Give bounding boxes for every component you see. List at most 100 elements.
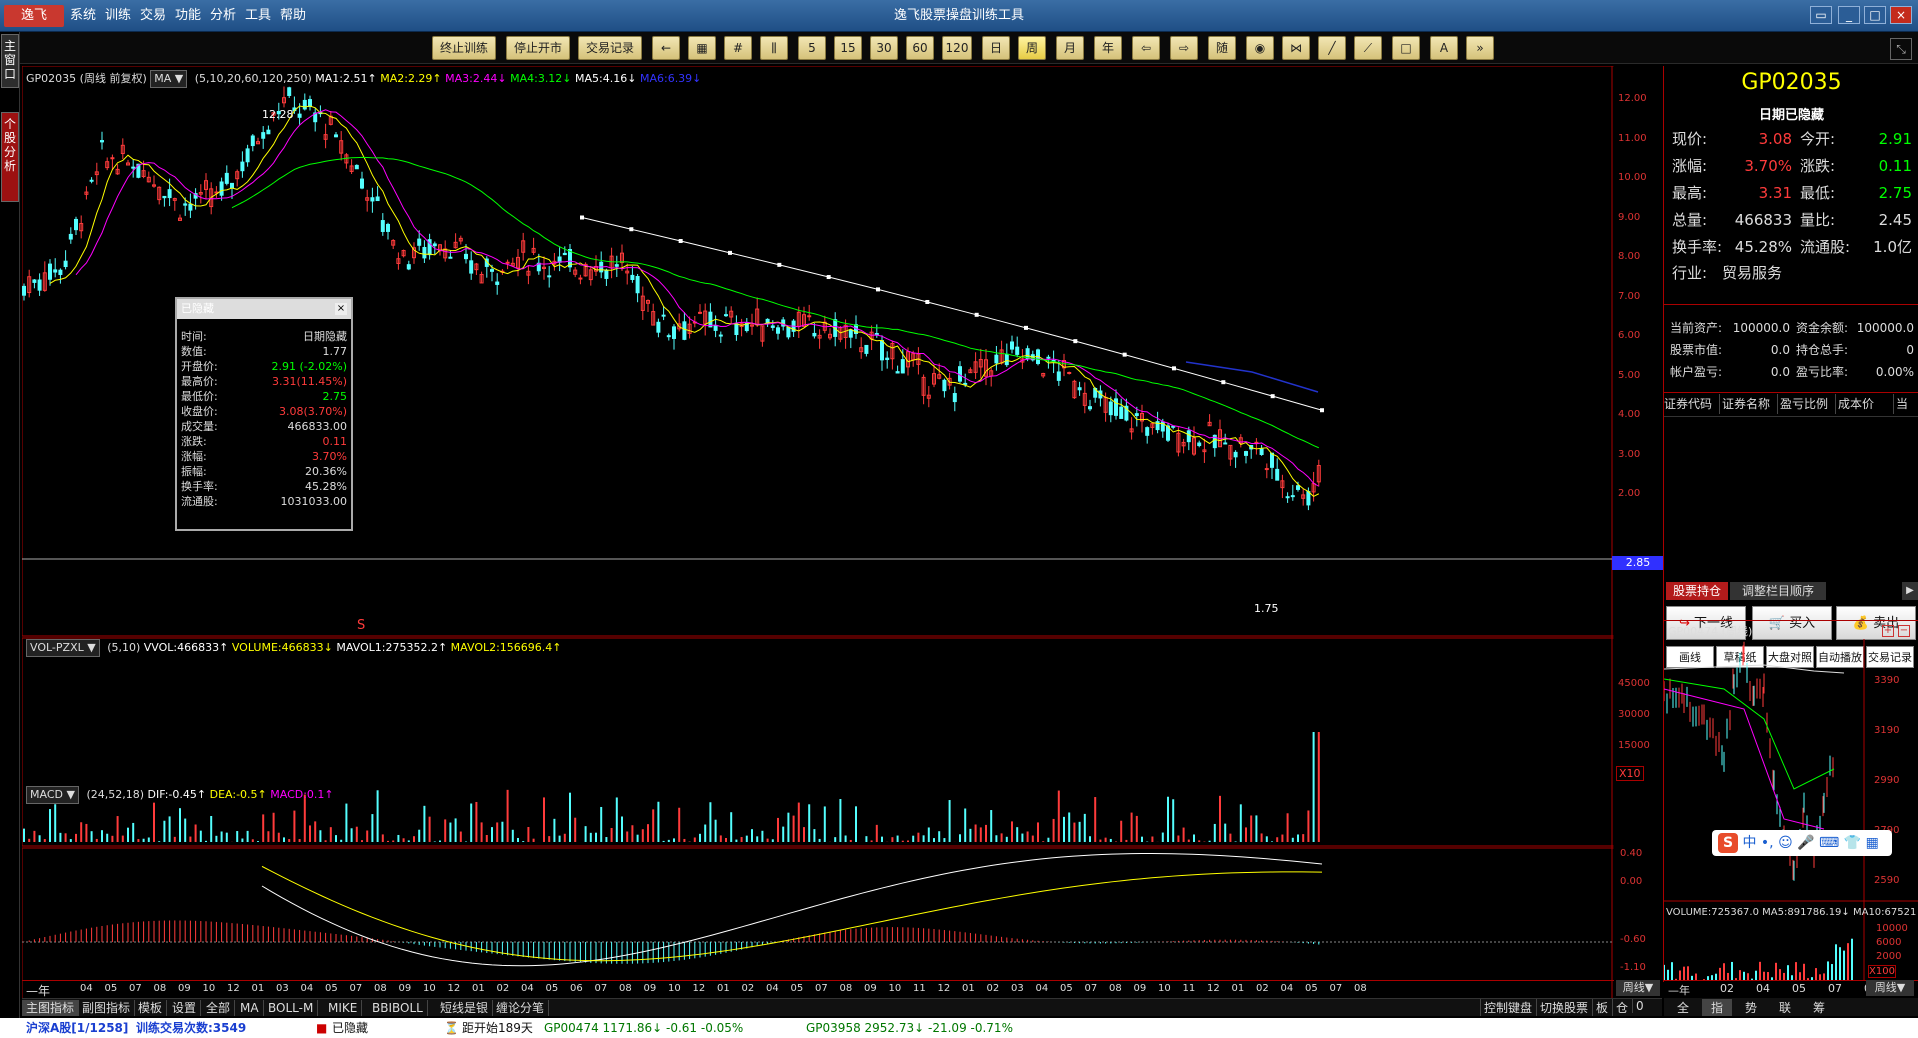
period-60-button[interactable]: 60 (906, 36, 934, 60)
tab-main-window[interactable]: 主窗口 (1, 34, 19, 88)
menu-analysis[interactable]: 分析 (210, 0, 236, 32)
x-tick: 12 (1207, 983, 1220, 994)
indicator-tab[interactable]: BOLL-M (264, 1000, 319, 1016)
vol-indicator-select[interactable]: VOL-PZXL ▼ (26, 639, 100, 657)
info-close-icon[interactable]: × (335, 303, 347, 315)
indicator-tab[interactable]: 主图指标 (22, 1000, 80, 1016)
quote-value: 2.91 (1878, 130, 1912, 148)
candle-body (183, 203, 188, 206)
mini-tab[interactable]: 筹 (1804, 999, 1834, 1016)
stop-training-button[interactable]: 终止训练 (432, 36, 496, 60)
period-30-button[interactable]: 30 (870, 36, 898, 60)
title-bar: 逸飞股票操盘训练工具 逸飞 系统 训练 交易 功能 分析 工具 帮助 ▭ _ □… (0, 0, 1918, 32)
mini-tab[interactable]: 指 (1702, 999, 1732, 1016)
period-day-button[interactable]: 日 (982, 36, 1010, 60)
menu-training[interactable]: 训练 (105, 0, 131, 32)
mini-tab[interactable]: 全 (1668, 999, 1698, 1016)
mini-period-select[interactable]: 周线▼ (1866, 980, 1914, 996)
indicator-tab[interactable]: BBIBOLL (368, 1000, 428, 1016)
ime-emoji-icon[interactable]: ☺ (1778, 835, 1793, 851)
candle-body (1114, 398, 1118, 416)
ray-tool-icon[interactable]: ⟋ (1354, 36, 1382, 60)
menu-tools[interactable]: 工具 (245, 0, 271, 32)
menu-help[interactable]: 帮助 (280, 0, 306, 32)
ime-shirt-icon[interactable]: 👕 (1844, 835, 1861, 851)
mini-chart[interactable]: GP00474 (周线) + − 33903190299027902590100… (1664, 620, 1918, 981)
back-arrow-icon[interactable]: ← (652, 36, 680, 60)
holdings-col-header[interactable]: 证券代码 (1664, 394, 1720, 414)
ime-toolbar[interactable]: S 中 •, ☺ 🎤 ⌨ 👕 ▦ (1712, 830, 1892, 856)
ime-grid-icon[interactable]: ▦ (1866, 835, 1879, 851)
indicator-tab[interactable]: 设置 (168, 1000, 202, 1016)
main-chart[interactable] (22, 66, 1614, 998)
mini-tab[interactable]: 势 (1736, 999, 1766, 1016)
holdings-col-header[interactable]: 盈亏比例 (1780, 394, 1836, 414)
tab-holdings[interactable]: 股票持仓 (1666, 582, 1728, 600)
indicator-tab[interactable]: MA (236, 1000, 264, 1016)
ime-keyboard-icon[interactable]: ⌨ (1819, 835, 1839, 851)
period-select[interactable]: 周线▼ (1616, 980, 1660, 996)
holdings-col-header[interactable]: 当 (1896, 394, 1918, 414)
candle-body (334, 134, 338, 138)
ime-mode[interactable]: 中 (1742, 835, 1756, 851)
price-tick: 6.00 (1618, 330, 1641, 341)
next-icon[interactable]: ⇨ (1170, 36, 1198, 60)
period-month-button[interactable]: 月 (1056, 36, 1084, 60)
indicator-tab[interactable]: 短线是银 (436, 1000, 494, 1016)
indicator-select[interactable]: MA ▼ (150, 70, 188, 88)
period-year-button[interactable]: 年 (1094, 36, 1122, 60)
right-tab[interactable]: 控制键盘 (1480, 999, 1535, 1016)
period-5-button[interactable]: 5 (798, 36, 826, 60)
tab-adjust-columns[interactable]: 调整栏目顺序 (1730, 582, 1826, 600)
mini-tab[interactable]: 联 (1770, 999, 1800, 1016)
zoom-in-icon[interactable]: + (1882, 625, 1894, 637)
holdings-list[interactable] (1664, 416, 1918, 580)
maximize-icon[interactable]: □ (1864, 6, 1886, 24)
info-box[interactable]: 已隐藏 × 时间: 日期隐藏 数值: 1.77 开盘价: 2.91 (-2.02%) 最高价… (175, 297, 353, 531)
eye-icon[interactable]: ◉ (1246, 36, 1274, 60)
right-tab[interactable]: 切换股票 (1536, 999, 1591, 1016)
indicator-tab[interactable]: 全部 (202, 1000, 236, 1016)
zoom-out-icon[interactable]: − (1898, 625, 1910, 637)
macd-indicator-select[interactable]: MACD ▼ (26, 786, 79, 804)
candle-icon[interactable]: ⫼ (760, 36, 788, 60)
ime-mic-icon[interactable]: 🎤 (1797, 835, 1814, 851)
hash-icon[interactable]: # (724, 36, 752, 60)
indicator-tab[interactable]: 模板 (134, 1000, 168, 1016)
info-value: 2.91 (-2.02%) (271, 360, 348, 373)
stop-market-button[interactable]: 停止开市 (506, 36, 570, 60)
indicator-tab[interactable]: 副图指标 (78, 1000, 136, 1016)
trade-record-button[interactable]: 交易记录 (578, 36, 642, 60)
period-15-button[interactable]: 15 (834, 36, 862, 60)
chevron-right-icon[interactable]: ▶ (1902, 582, 1918, 600)
restore-icon[interactable]: ▭ (1810, 6, 1832, 24)
rect-tool-icon[interactable]: □ (1392, 36, 1420, 60)
period-week-button[interactable]: 周 (1018, 36, 1046, 60)
text-tool-icon[interactable]: A (1430, 36, 1458, 60)
candle-body (32, 279, 37, 283)
right-tab[interactable]: 板 (1592, 999, 1611, 1016)
holdings-col-header[interactable]: 证券名称 (1722, 394, 1778, 414)
account-cell: 100000.0 (1732, 321, 1790, 335)
menu-trade[interactable]: 交易 (140, 0, 166, 32)
more-icon[interactable]: » (1466, 36, 1494, 60)
prev-icon[interactable]: ⇦ (1132, 36, 1160, 60)
random-icon[interactable]: 随 (1208, 36, 1236, 60)
grid-icon[interactable]: ▦ (688, 36, 716, 60)
right-tab[interactable]: 仓 (1612, 999, 1631, 1016)
resize-icon[interactable]: ⤡ (1890, 38, 1912, 60)
x-tick: 05 (1060, 983, 1073, 994)
holdings-col-header[interactable]: 成本价 (1838, 394, 1894, 414)
flip-icon[interactable]: ⋈ (1282, 36, 1310, 60)
tab-stock-analysis[interactable]: 个股分析 (1, 112, 19, 202)
minimize-icon[interactable]: _ (1838, 6, 1860, 24)
ime-punct-icon[interactable]: •, (1761, 835, 1774, 851)
menu-system[interactable]: 系统 (70, 0, 96, 32)
indicator-tab[interactable]: 缠论分笔 (492, 1000, 550, 1016)
indicator-tab[interactable]: MIKE (324, 1000, 363, 1016)
line-tool-icon[interactable]: ╱ (1318, 36, 1346, 60)
close-icon[interactable]: × (1890, 6, 1912, 24)
menu-function[interactable]: 功能 (175, 0, 201, 32)
right-tab[interactable]: 0 (1632, 999, 1647, 1013)
period-120-button[interactable]: 120 (942, 36, 972, 60)
